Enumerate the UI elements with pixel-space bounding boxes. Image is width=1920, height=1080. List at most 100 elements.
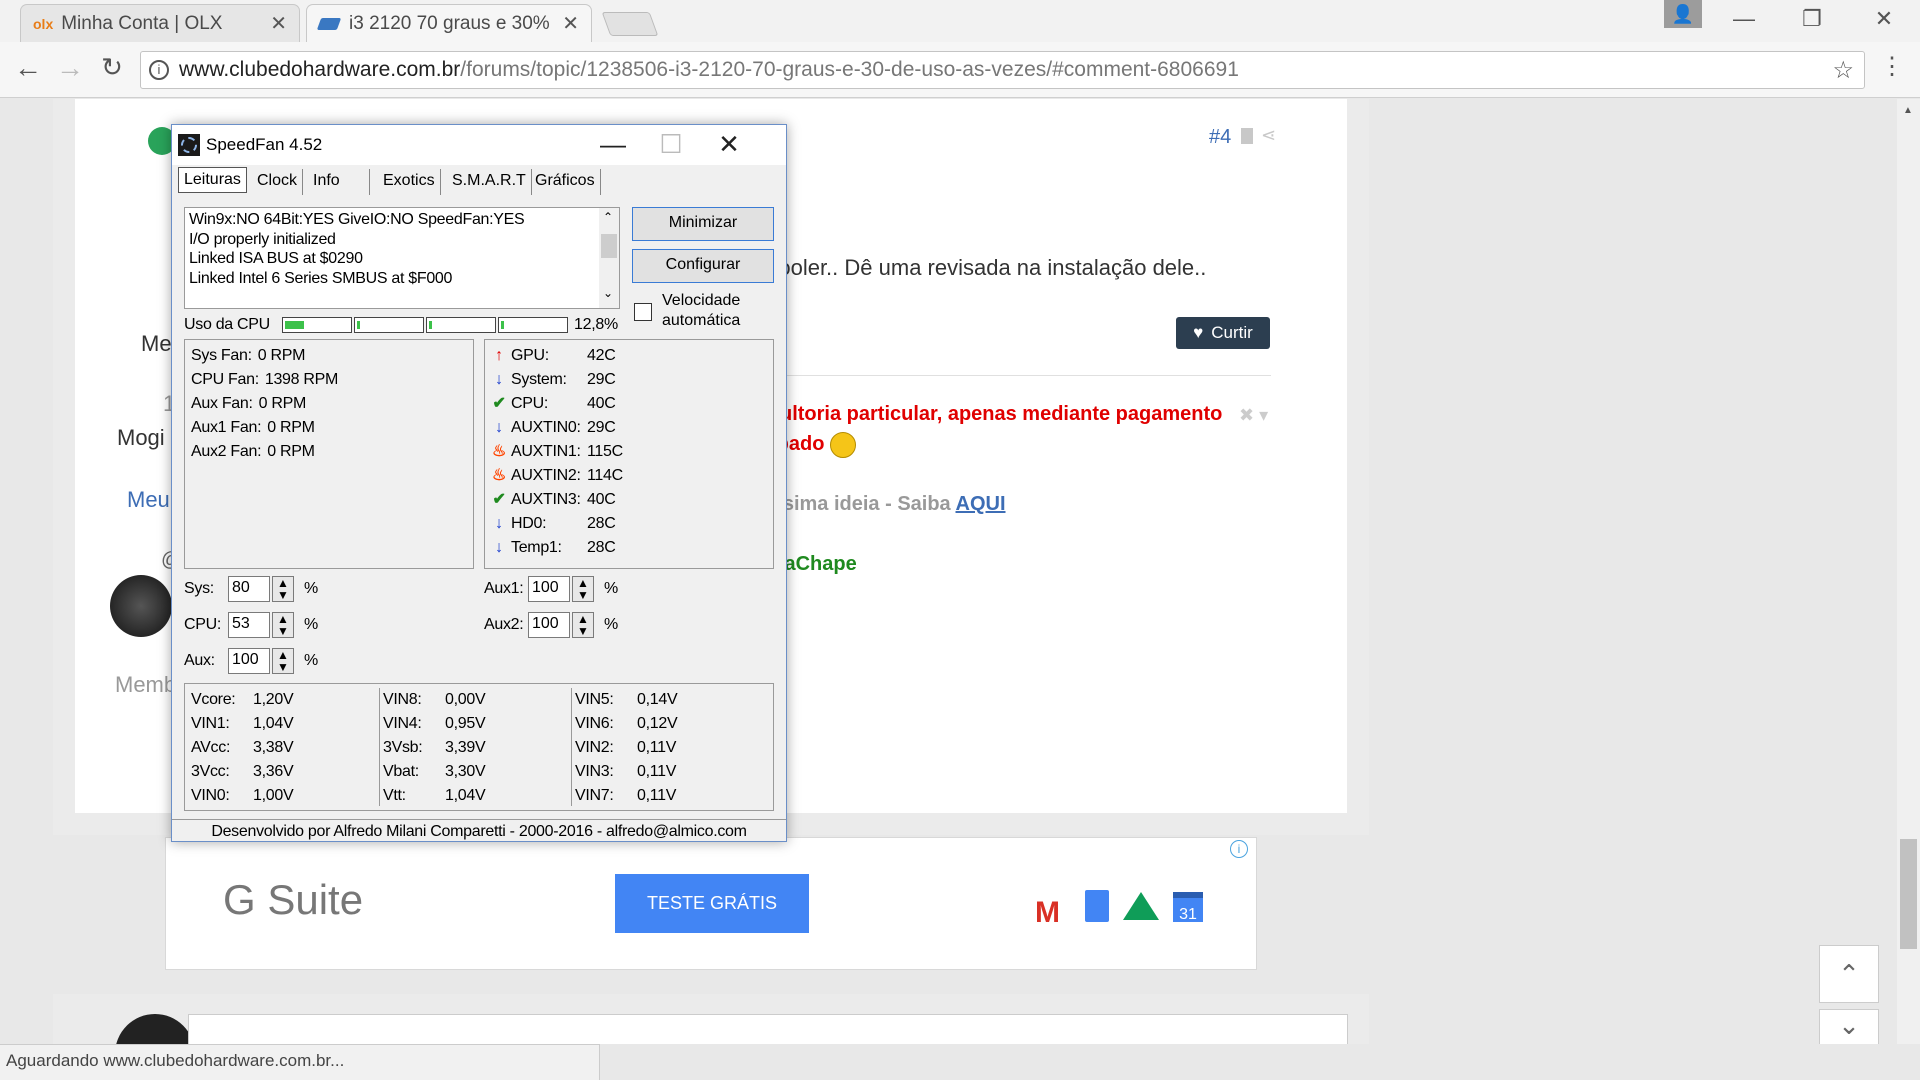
close-icon[interactable]: ✕	[562, 11, 579, 36]
scroll-to-bottom-button[interactable]: ⌄	[1819, 1009, 1879, 1044]
voltage-row: Vcore: 1,20V	[191, 688, 294, 712]
close-window-icon[interactable]: ✕	[1854, 6, 1914, 32]
tab-graficos[interactable]: Gráficos	[530, 169, 601, 195]
log-box[interactable]: Win9x:NO 64Bit:YES GiveIO:NO SpeedFan:YE…	[184, 207, 620, 309]
spin-arrows-icon[interactable]: ▲ ▼	[572, 576, 594, 602]
new-tab-button[interactable]	[601, 12, 659, 36]
reload-icon[interactable]: ↻	[92, 52, 132, 83]
voltage-row: VIN2: 0,11V	[575, 736, 677, 760]
voltage-name: VIN8:	[383, 691, 422, 708]
scroll-down-icon[interactable]: ⌄	[603, 286, 613, 300]
back-icon[interactable]: ←	[8, 52, 48, 84]
speedfan-titlebar[interactable]: SpeedFan 4.52 — ☐ ✕	[172, 125, 786, 165]
avatar	[115, 1014, 195, 1044]
post-number-link[interactable]: #4	[1209, 126, 1231, 149]
temp-row: ♨ AUXTIN2: 114C	[491, 464, 623, 488]
aux2-speed-label: Aux2:	[484, 616, 524, 633]
like-button[interactable]: ♥ Curtir	[1176, 317, 1270, 349]
tab-smart[interactable]: S.M.A.R.T	[447, 169, 532, 195]
minimize-button[interactable]: Minimizar	[632, 207, 774, 241]
aux1-speed-field[interactable]: 100	[528, 576, 570, 602]
free-trial-button[interactable]: TESTE GRÁTIS	[615, 874, 809, 933]
tab-clock[interactable]: Clock	[252, 169, 304, 195]
fan-list: Sys Fan: 0 RPM CPU Fan: 1398 RPM Aux Fan: 0 R…	[191, 344, 338, 464]
fan-row: CPU Fan: 1398 RPM	[191, 368, 338, 392]
close-icon[interactable]: ✕	[270, 11, 287, 36]
bookmark-star-icon[interactable]: ☆	[1832, 56, 1854, 85]
sig-line-1: Consultoria particular, apenas mediante …	[730, 403, 1223, 425]
footer-bar	[172, 819, 786, 820]
fan-name: CPU Fan:	[191, 371, 259, 388]
tab-title: i3 2120 70 graus e 30% d	[349, 12, 555, 34]
dismiss-icon[interactable]: ✖ ▾	[1239, 405, 1268, 426]
voltage-value: 3,39V	[445, 739, 486, 756]
aux2-speed-field[interactable]: 100	[528, 612, 570, 638]
next-post	[53, 994, 1369, 1044]
spin-arrows-icon[interactable]: ▲ ▼	[272, 648, 294, 674]
author-link[interactable]: Meu	[127, 487, 170, 513]
spin-arrows-icon[interactable]: ▲ ▼	[272, 576, 294, 602]
maximize-icon[interactable]: ☐	[642, 125, 700, 165]
page-scrollbar[interactable]: ▲	[1897, 99, 1920, 1044]
sig-line-3: = Péssima ideia - Saiba AQUI	[730, 489, 1222, 519]
tab-olx[interactable]: olx Minha Conta | OLX ✕	[20, 4, 300, 42]
voltage-row: 3Vsb: 3,39V	[383, 736, 486, 760]
minimize-window-icon[interactable]: —	[1714, 6, 1774, 32]
scroll-up-icon[interactable]: ▲	[1903, 105, 1913, 116]
scroll-to-top-button[interactable]: ⌃	[1819, 945, 1879, 1003]
user-icon[interactable]: 👤	[1664, 0, 1702, 28]
aux-speed-label: Aux:	[184, 652, 215, 669]
minimize-icon[interactable]: —	[584, 125, 642, 165]
temp-value: 40C	[587, 395, 616, 412]
percent-sign: %	[604, 616, 618, 633]
aqui-link[interactable]: AQUI	[956, 493, 1006, 515]
voltage-row: Vtt: 1,04V	[383, 784, 486, 808]
voltage-value: 1,20V	[253, 691, 294, 708]
spin-arrows-icon[interactable]: ▲ ▼	[572, 612, 594, 638]
sys-speed-field[interactable]: 80	[228, 576, 270, 602]
menu-icon[interactable]: ⋮	[1872, 52, 1912, 81]
olx-icon: olx	[33, 15, 54, 32]
voltage-name: VIN0:	[191, 787, 230, 804]
scrollbar-thumb[interactable]	[1900, 839, 1917, 949]
aux-speed-field[interactable]: 100	[228, 648, 270, 674]
scroll-up-icon[interactable]: ⌃	[603, 210, 613, 224]
credits: Desenvolvido por Alfredo Milani Comparet…	[211, 823, 747, 840]
log-scrollbar[interactable]: ⌃ ⌄	[599, 208, 619, 308]
temp-name: Temp1:	[511, 539, 562, 556]
temp-row: ↑ GPU: 42C	[491, 344, 623, 368]
log-line: I/O properly initialized	[189, 230, 336, 248]
share-icon[interactable]: ⋖	[1261, 125, 1276, 146]
percent-sign: %	[304, 580, 318, 597]
voltage-row: 3Vcc: 3,36V	[191, 760, 294, 784]
post-text: o cooler.. Dê uma revisada na instalação…	[749, 255, 1207, 280]
speedfan-window[interactable]: SpeedFan 4.52 — ☐ ✕ Leituras Clock Info …	[171, 124, 787, 842]
voltage-value: 0,95V	[445, 715, 486, 732]
cpu-speed-field[interactable]: 53	[228, 612, 270, 638]
address-bar[interactable]: i www.clubedohardware.com.br/forums/topi…	[140, 51, 1865, 89]
voltage-value: 0,11V	[637, 763, 677, 780]
forward-icon[interactable]: →	[50, 52, 90, 84]
cpu-core-meter	[354, 317, 424, 333]
cpu-speed-label: CPU:	[184, 616, 222, 633]
voltage-name: VIN4:	[383, 715, 422, 732]
ad-info-icon[interactable]: i	[1230, 840, 1248, 858]
bookmark-icon[interactable]	[1241, 128, 1253, 144]
configure-button[interactable]: Configurar	[632, 249, 774, 283]
spin-arrows-icon[interactable]: ▲ ▼	[272, 612, 294, 638]
divider	[379, 688, 380, 806]
ad-banner[interactable]: i G Suite TESTE GRÁTIS M 31	[165, 837, 1257, 970]
scrollbar-thumb[interactable]	[601, 234, 617, 258]
tab-exotics[interactable]: Exotics	[378, 169, 441, 195]
info-icon[interactable]: i	[149, 60, 169, 80]
auto-speed-checkbox[interactable]	[634, 303, 652, 321]
reply-box[interactable]	[188, 1014, 1348, 1044]
restore-window-icon[interactable]: ❐	[1782, 6, 1842, 32]
tab-info[interactable]: Info	[308, 169, 370, 195]
tab-leituras[interactable]: Leituras	[178, 167, 247, 193]
voltage-value: 3,36V	[253, 763, 294, 780]
tab-clubedohardware[interactable]: i3 2120 70 graus e 30% d ✕	[306, 4, 592, 42]
temp-row: ✔ CPU: 40C	[491, 392, 623, 416]
close-icon[interactable]: ✕	[700, 125, 758, 165]
temp-value: 28C	[587, 539, 616, 556]
